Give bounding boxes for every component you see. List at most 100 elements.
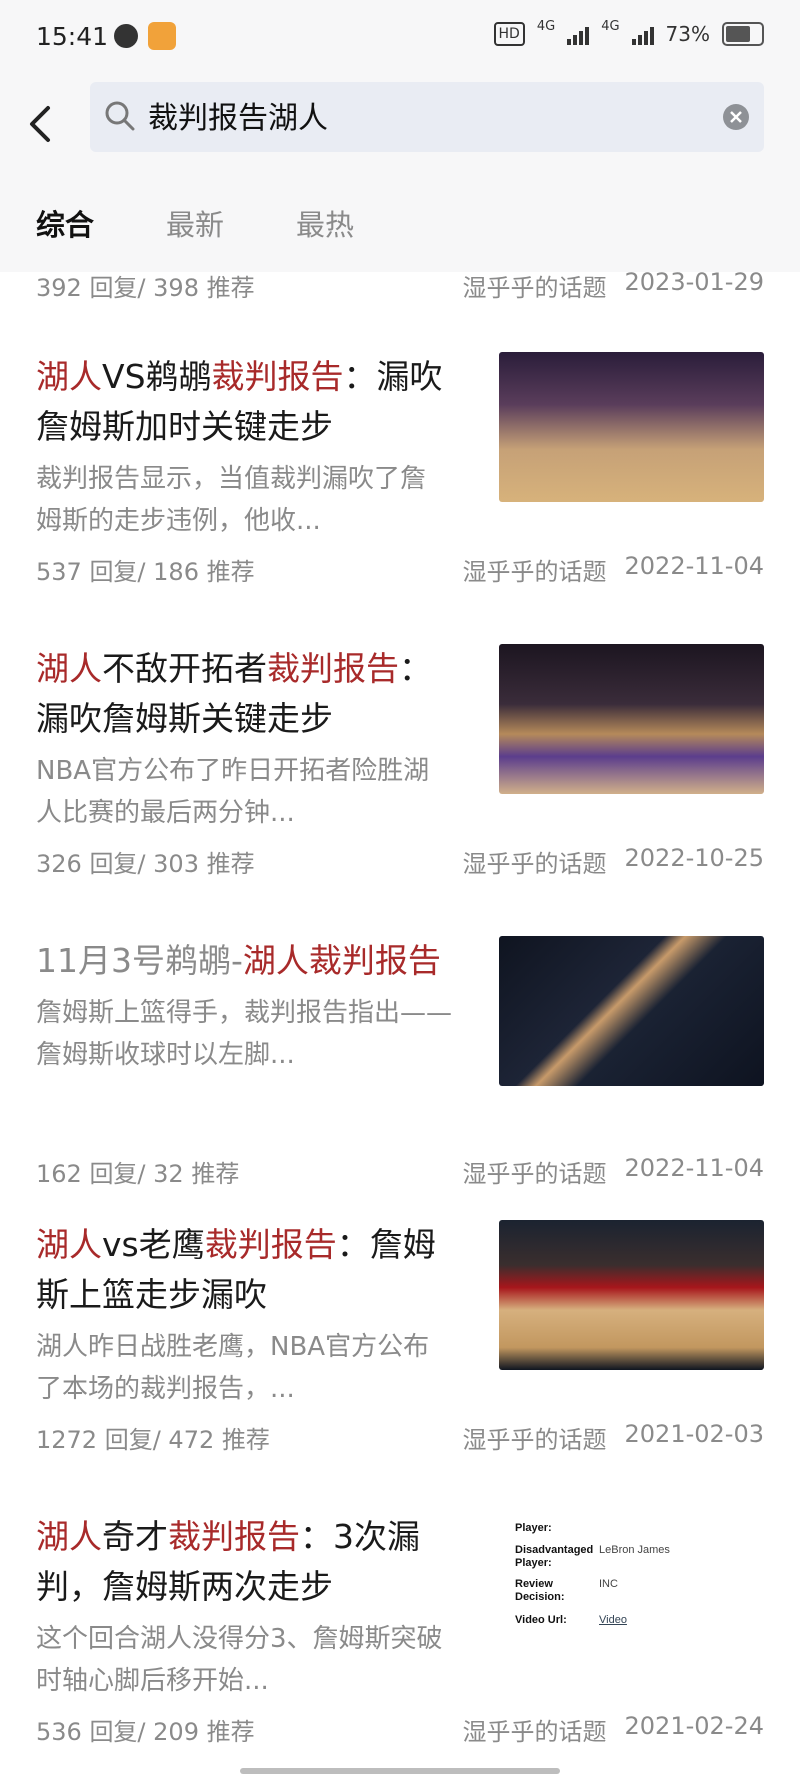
network-type-label: 4G (601, 18, 620, 34)
status-time: 15:41 (36, 22, 109, 51)
list-item[interactable]: 11月3号鹈鹕-湖人裁判报告 詹姆斯上篮得手，裁判报告指出—— 詹姆斯收球时以左脚… (36, 936, 764, 1216)
snippet-line: 这个回合湖人没得分3、詹姆斯突破 (36, 1624, 443, 1654)
title-text: ：3次漏 (300, 1517, 420, 1556)
app-notification-icon (148, 22, 176, 50)
post-source[interactable]: 湿乎乎的话题 (463, 1154, 607, 1189)
snippet-line: 詹姆斯收球时以左脚... (36, 1040, 295, 1070)
title-highlight: 裁判报告 (211, 357, 344, 396)
post-source[interactable]: 湿乎乎的话题 (463, 1712, 607, 1747)
post-meta: 162 回复/ 32 推荐 湿乎乎的话题 2022-11-04 (36, 1154, 764, 1189)
post-snippet: NBA官方公布了昨日开拓者险胜湖 人比赛的最后两分钟... (36, 750, 486, 834)
post-date: 2023-01-29 (624, 268, 764, 296)
snippet-line: 裁判报告显示，当值裁判漏吹了詹 (36, 464, 427, 494)
clear-icon[interactable] (722, 103, 750, 131)
post-source[interactable]: 湿乎乎的话题 (463, 844, 607, 879)
title-highlight: 裁判报告 (168, 1517, 300, 1556)
doc-review-label: Review (515, 1578, 553, 1590)
post-thumbnail[interactable] (499, 936, 764, 1086)
search-box[interactable] (90, 82, 764, 152)
title-text: ： (399, 649, 432, 688)
search-header: 综合 最新 最热 (0, 76, 800, 272)
post-thumbnail[interactable] (499, 1220, 764, 1370)
post-date: 2022-11-04 (624, 1154, 764, 1182)
title-highlight: 湖人 (36, 1517, 102, 1556)
system-status: HD 4G 4G 73% (493, 18, 764, 46)
title-highlight: 湖人 (36, 357, 102, 396)
snippet-line: 湖人昨日战胜老鹰，NBA官方公布 (36, 1332, 430, 1362)
notification-icons (114, 22, 176, 50)
signal-icon (631, 23, 654, 45)
post-stats: 536 回复/ 209 推荐 (36, 1718, 255, 1746)
tab-hottest[interactable]: 最热 (296, 202, 354, 244)
doc-disadvantaged-label: Disadvantaged (515, 1544, 594, 1556)
post-snippet: 詹姆斯上篮得手，裁判报告指出—— 詹姆斯收球时以左脚... (36, 992, 486, 1076)
list-item[interactable]: 湖人VS鹈鹕裁判报告：漏吹 詹姆斯加时关键走步 裁判报告显示，当值裁判漏吹了詹 姆斯… (36, 352, 764, 592)
post-thumbnail[interactable] (499, 352, 764, 502)
post-date: 2022-10-25 (624, 844, 764, 872)
post-stats: 326 回复/ 303 推荐 (36, 850, 255, 878)
title-text: 11月3号鹈鹕- (36, 941, 243, 980)
list-item[interactable]: 湖人vs老鹰裁判报告：詹姆 斯上篮走步漏吹 湖人昨日战胜老鹰，NBA官方公布 了本场… (36, 1220, 764, 1460)
post-snippet: 湖人昨日战胜老鹰，NBA官方公布 了本场的裁判报告，... (36, 1326, 486, 1410)
filter-tabs: 综合 最新 最热 (36, 202, 354, 244)
post-thumbnail[interactable] (499, 644, 764, 794)
home-indicator[interactable] (240, 1768, 560, 1774)
post-title: 11月3号鹈鹕-湖人裁判报告 (36, 936, 486, 986)
doc-disadvantaged-label2: Player: (515, 1557, 552, 1569)
post-date: 2021-02-24 (624, 1712, 764, 1740)
doc-video-label: Video Url: (515, 1614, 567, 1626)
status-bar: 15:41 HD 4G 4G 73% (0, 0, 800, 76)
post-source[interactable]: 湿乎乎的话题 (463, 1420, 607, 1455)
post-snippet: 裁判报告显示，当值裁判漏吹了詹 姆斯的走步违例，他收... (36, 458, 486, 542)
snippet-line: 了本场的裁判报告，... (36, 1374, 295, 1404)
network-type-label: 4G (536, 18, 556, 34)
post-source[interactable]: 湿乎乎的话题 (463, 268, 607, 303)
title-highlight: 裁判报告 (267, 649, 399, 688)
post-meta: 1272 回复/ 472 推荐 湿乎乎的话题 2021-02-03 (36, 1420, 764, 1455)
post-stats: 162 回复/ 32 推荐 (36, 1160, 240, 1188)
post-meta: 537 回复/ 186 推荐 湿乎乎的话题 2022-11-04 (36, 552, 764, 587)
chevron-left-icon (30, 106, 50, 142)
post-stats: 1272 回复/ 472 推荐 (36, 1426, 270, 1454)
post-title: 湖人vs老鹰裁判报告：詹姆 斯上篮走步漏吹 (36, 1220, 486, 1320)
hd-icon: HD (493, 22, 525, 46)
title-highlight: 湖人 (36, 1225, 102, 1264)
title-text: 判，詹姆斯两次走步 (36, 1567, 333, 1606)
search-input[interactable] (146, 96, 670, 133)
post-stats: 392 回复/ 398 推荐 (36, 274, 255, 302)
battery-percent: 73% (665, 22, 710, 46)
post-meta: 536 回复/ 209 推荐 湿乎乎的话题 2021-02-24 (36, 1712, 764, 1747)
title-text: ：漏吹 (343, 357, 443, 396)
post-source[interactable]: 湿乎乎的话题 (463, 552, 607, 587)
post-meta: 326 回复/ 303 推荐 湿乎乎的话题 2022-10-25 (36, 844, 764, 879)
list-item[interactable]: 湖人奇才裁判报告：3次漏 判，詹姆斯两次走步 这个回合湖人没得分3、詹姆斯突破 时轴… (36, 1512, 764, 1752)
title-text: 不敌开拓者 (102, 649, 267, 688)
title-text: ：詹姆 (336, 1225, 436, 1264)
post-date: 2021-02-03 (624, 1420, 764, 1448)
post-thumbnail[interactable]: Player: Disadvantaged Player: LeBron Jam… (499, 1512, 764, 1662)
post-date: 2022-11-04 (624, 552, 764, 580)
snippet-line: 人比赛的最后两分钟... (36, 798, 295, 828)
list-item[interactable]: 湖人不敌开拓者裁判报告： 漏吹詹姆斯关键走步 NBA官方公布了昨日开拓者险胜湖 人比… (36, 644, 764, 884)
title-text: 漏吹詹姆斯关键走步 (36, 699, 333, 738)
back-button[interactable] (18, 96, 62, 152)
snippet-line: NBA官方公布了昨日开拓者险胜湖 (36, 756, 430, 786)
tab-comprehensive[interactable]: 综合 (36, 202, 94, 244)
title-text: 斯上篮走步漏吹 (36, 1275, 267, 1314)
snippet-line: 詹姆斯上篮得手，裁判报告指出—— (36, 998, 453, 1028)
search-icon (105, 101, 135, 131)
doc-player-label: Player: (515, 1522, 552, 1534)
title-highlight: 裁判报告 (204, 1225, 337, 1264)
snippet-line: 时轴心脚后移开始... (36, 1666, 269, 1696)
post-title: 湖人不敌开拓者裁判报告： 漏吹詹姆斯关键走步 (36, 644, 486, 744)
doc-review-label2: Decision: (515, 1591, 565, 1603)
doc-video-link: Video (599, 1614, 627, 1626)
title-text: 詹姆斯加时关键走步 (36, 407, 333, 446)
title-text: VS鹈鹕 (102, 357, 212, 396)
battery-icon (722, 22, 764, 46)
post-meta: 392 回复/ 398 推荐 湿乎乎的话题 2023-01-29 (36, 268, 764, 303)
post-title: 湖人奇才裁判报告：3次漏 判，詹姆斯两次走步 (36, 1512, 486, 1612)
title-highlight: 湖人 (36, 649, 102, 688)
signal-icon (567, 23, 590, 45)
tab-latest[interactable]: 最新 (166, 202, 224, 244)
